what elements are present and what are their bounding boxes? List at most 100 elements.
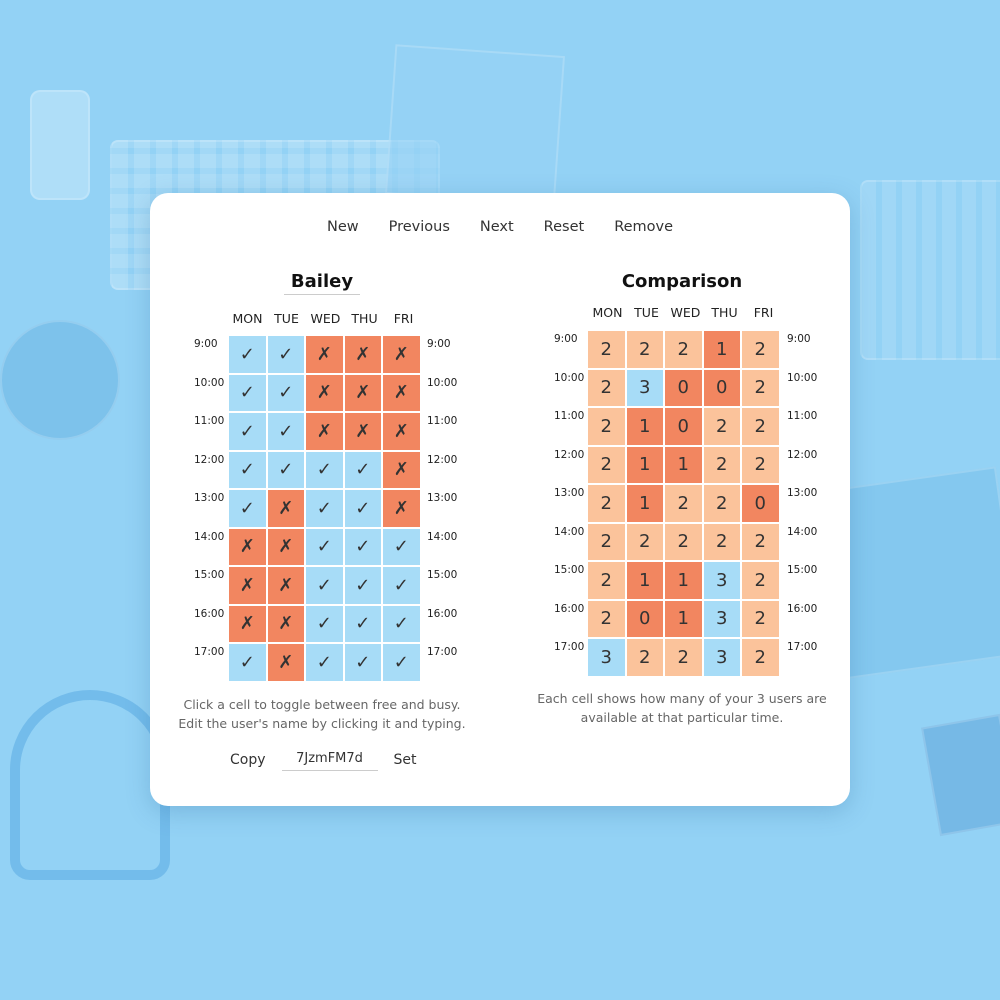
schedule-cell[interactable]: ✓ [229, 644, 266, 681]
share-code-row: Copy Set [230, 749, 417, 771]
comparison-cell: 2 [742, 369, 779, 406]
time-label: 16:00 [427, 607, 458, 620]
time-label: 10:00 [787, 371, 818, 384]
schedule-cell[interactable]: ✓ [267, 451, 304, 488]
schedule-cell[interactable]: ✓ [229, 490, 266, 527]
comparison-cell: 2 [703, 523, 740, 560]
schedule-cell[interactable]: ✓ [229, 451, 266, 488]
schedule-cell[interactable]: ✗ [383, 374, 420, 411]
schedule-cell[interactable]: ✗ [267, 528, 304, 565]
time-label: 15:00 [554, 564, 585, 576]
schedule-cell[interactable]: ✗ [306, 374, 343, 411]
schedule-cell[interactable]: ✓ [306, 644, 343, 681]
time-label: 17:00 [427, 646, 458, 658]
new-button[interactable]: New [327, 219, 359, 235]
comparison-cell: 2 [626, 523, 663, 560]
comparison-cell: 0 [665, 408, 702, 445]
schedule-cell[interactable]: ✗ [267, 644, 304, 681]
comparison-cell: 1 [626, 485, 663, 522]
comparison-grid: 2221223002210222112221220222222113220132… [588, 331, 779, 676]
schedule-cell[interactable]: ✓ [267, 413, 304, 450]
schedule-cell[interactable]: ✗ [229, 605, 266, 642]
schedule-cell[interactable]: ✗ [383, 413, 420, 450]
time-label: 10:00 [554, 371, 585, 384]
schedule-cell[interactable]: ✓ [344, 490, 381, 527]
time-label: 11:00 [427, 415, 458, 427]
reset-button[interactable]: Reset [544, 219, 585, 235]
day-label: TUE [634, 305, 659, 320]
schedule-cell[interactable]: ✓ [344, 605, 381, 642]
comparison-cell: 3 [703, 562, 740, 599]
schedule-cell[interactable]: ✓ [267, 374, 304, 411]
schedule-cell[interactable]: ✓ [344, 644, 381, 681]
comparison-cell: 2 [703, 446, 740, 483]
schedule-cell[interactable]: ✓ [383, 528, 420, 565]
schedule-cell[interactable]: ✓ [344, 528, 381, 565]
schedule-cell[interactable]: ✓ [306, 490, 343, 527]
time-label: 9:00 [427, 338, 451, 350]
schedule-cell[interactable]: ✗ [306, 413, 343, 450]
schedule-cell[interactable]: ✗ [267, 490, 304, 527]
user-name-field[interactable]: Bailey [284, 271, 360, 295]
day-label: FRI [393, 311, 414, 326]
comparison-help-text: Each cell shows how many of your 3 users… [522, 689, 842, 727]
schedule-cell[interactable]: ✗ [267, 567, 304, 604]
comparison-cell: 1 [665, 600, 702, 637]
schedule-cell[interactable]: ✗ [229, 567, 266, 604]
time-label: 13:00 [194, 492, 225, 504]
time-label: 17:00 [787, 641, 818, 653]
remove-button[interactable]: Remove [614, 219, 673, 235]
time-label: 14:00 [554, 525, 585, 538]
schedule-cell[interactable]: ✗ [344, 336, 381, 373]
background-phone [30, 90, 90, 200]
scheduler-card: New Previous Next Reset Remove Bailey MO… [150, 193, 850, 806]
schedule-cell[interactable]: ✓ [229, 374, 266, 411]
comparison-cell: 2 [588, 523, 625, 560]
comparison-cell: 2 [742, 446, 779, 483]
copy-button[interactable]: Copy [230, 752, 266, 768]
schedule-cell[interactable]: ✗ [383, 336, 420, 373]
comparison-cell: 2 [588, 562, 625, 599]
next-button[interactable]: Next [480, 219, 514, 235]
schedule-cell[interactable]: ✓ [306, 451, 343, 488]
day-label: WED [310, 311, 341, 326]
time-label: 16:00 [787, 602, 818, 615]
comparison-cell: 2 [742, 408, 779, 445]
schedule-cell[interactable]: ✓ [306, 528, 343, 565]
day-label: MON [232, 311, 263, 326]
schedule-cell[interactable]: ✓ [344, 451, 381, 488]
schedule-cell[interactable]: ✗ [229, 528, 266, 565]
comparison-cell: 2 [588, 600, 625, 637]
comparison-cell: 1 [703, 331, 740, 368]
schedule-cell[interactable]: ✗ [306, 336, 343, 373]
time-label: 14:00 [194, 530, 225, 543]
time-label: 14:00 [427, 530, 458, 543]
comparison-cell: 2 [665, 485, 702, 522]
schedule-cell[interactable]: ✓ [383, 567, 420, 604]
schedule-cell[interactable]: ✓ [344, 567, 381, 604]
schedule-cell[interactable]: ✗ [344, 413, 381, 450]
time-label: 11:00 [194, 415, 225, 427]
schedule-cell[interactable]: ✓ [383, 644, 420, 681]
schedule-cell[interactable]: ✓ [306, 605, 343, 642]
schedule-cell[interactable]: ✓ [229, 336, 266, 373]
time-label: 14:00 [787, 525, 818, 538]
time-label: 15:00 [194, 569, 225, 581]
time-label: 12:00 [194, 453, 225, 466]
code-input[interactable] [281, 749, 378, 771]
help-line: Click a cell to toggle between free and … [183, 697, 461, 712]
schedule-cell[interactable]: ✓ [306, 567, 343, 604]
schedule-cell[interactable]: ✓ [383, 605, 420, 642]
schedule-cell[interactable]: ✓ [267, 336, 304, 373]
comparison-cell: 2 [626, 639, 663, 676]
previous-button[interactable]: Previous [389, 219, 450, 235]
comparison-cell: 1 [626, 562, 663, 599]
schedule-cell[interactable]: ✗ [344, 374, 381, 411]
set-button[interactable]: Set [394, 752, 417, 768]
schedule-cell[interactable]: ✓ [229, 413, 266, 450]
background-headphones [10, 690, 170, 880]
schedule-cell[interactable]: ✗ [383, 490, 420, 527]
schedule-cell[interactable]: ✗ [383, 451, 420, 488]
day-label: TUE [274, 311, 299, 326]
schedule-cell[interactable]: ✗ [267, 605, 304, 642]
